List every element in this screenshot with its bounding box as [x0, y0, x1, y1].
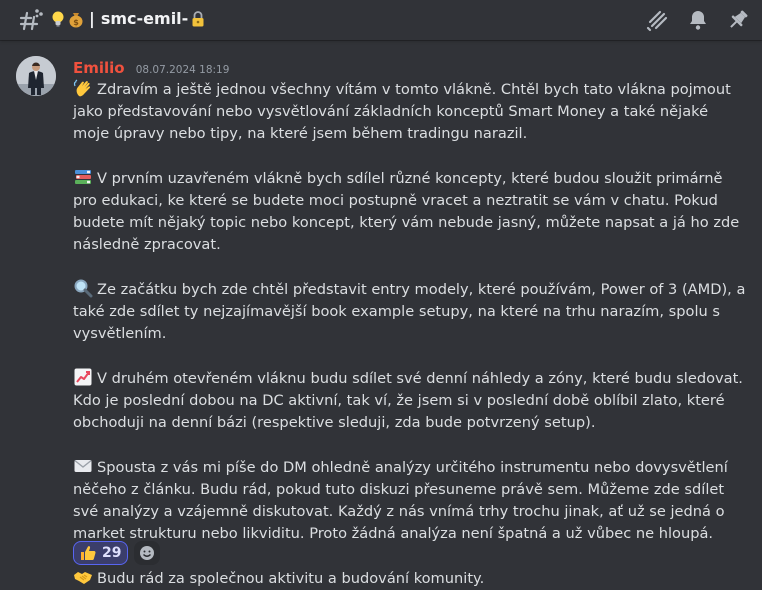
title-separator: | [89, 9, 95, 28]
chart-increasing-emoji [74, 368, 92, 386]
paragraph-text: V prvním uzavřeném vlákně bych sdílel rů… [73, 170, 740, 253]
handshake-emoji [74, 572, 92, 584]
reaction-thumbs-up[interactable]: 29 [73, 541, 129, 565]
paragraph-text: Zdravím a ještě jednou všechny vítám v t… [73, 81, 731, 142]
message-content: Zdravím a ještě jednou všechny vítám v t… [73, 78, 748, 590]
bell-icon[interactable] [686, 8, 710, 32]
add-reaction-button[interactable] [134, 541, 161, 565]
lightbulb-emoji [52, 11, 64, 27]
channel-title: $ | smc-emil- [50, 9, 206, 28]
header-actions [646, 8, 750, 32]
svg-text:$: $ [73, 18, 79, 27]
threads-icon[interactable] [646, 8, 670, 32]
message-paragraph: Zdravím a ještě jednou všechny vítám v t… [73, 78, 748, 145]
paragraph-text: V druhém otevřeném vláknu budu sdílet sv… [73, 370, 743, 431]
envelope-emoji [74, 459, 92, 472]
reactions-bar: 29 [73, 541, 161, 565]
lock-emoji [192, 10, 204, 26]
channel-header: $ | smc-emil- [0, 0, 762, 40]
paragraph-text: Budu rád za společnou aktivitu a budován… [97, 570, 485, 587]
message-paragraph: Ze začátku bych zde chtěl představit ent… [73, 278, 748, 345]
thumbs-up-emoji [81, 546, 96, 560]
channel-name: smc-emil- [100, 9, 189, 28]
add-reaction-icon [140, 546, 155, 560]
message-paragraph: Spousta z vás mi píše do DM ohledně anal… [73, 456, 748, 545]
timestamp: 08.07.2024 18:19 [135, 64, 230, 76]
paragraph-text: Spousta z vás mi píše do DM ohledně anal… [73, 459, 728, 542]
thread-hash-icon [19, 9, 43, 31]
message-paragraph: V prvním uzavřeném vlákně bych sdílel rů… [73, 167, 748, 256]
reaction-count: 29 [102, 545, 122, 561]
magnifying-glass-emoji [74, 279, 93, 298]
money-bag-emoji: $ [69, 12, 83, 27]
pin-icon[interactable] [726, 8, 750, 32]
message-paragraph: V druhém otevřeném vláknu budu sdílet sv… [73, 367, 748, 434]
books-emoji [75, 170, 91, 184]
message-header: Emilio 08.07.2024 18:19 [73, 58, 229, 77]
avatar[interactable] [16, 56, 56, 96]
waving-hand-emoji [73, 79, 91, 97]
avatar-image [16, 56, 56, 96]
paragraph-text: Ze začátku bych zde chtěl představit ent… [73, 281, 746, 342]
author-name[interactable]: Emilio [73, 59, 125, 77]
